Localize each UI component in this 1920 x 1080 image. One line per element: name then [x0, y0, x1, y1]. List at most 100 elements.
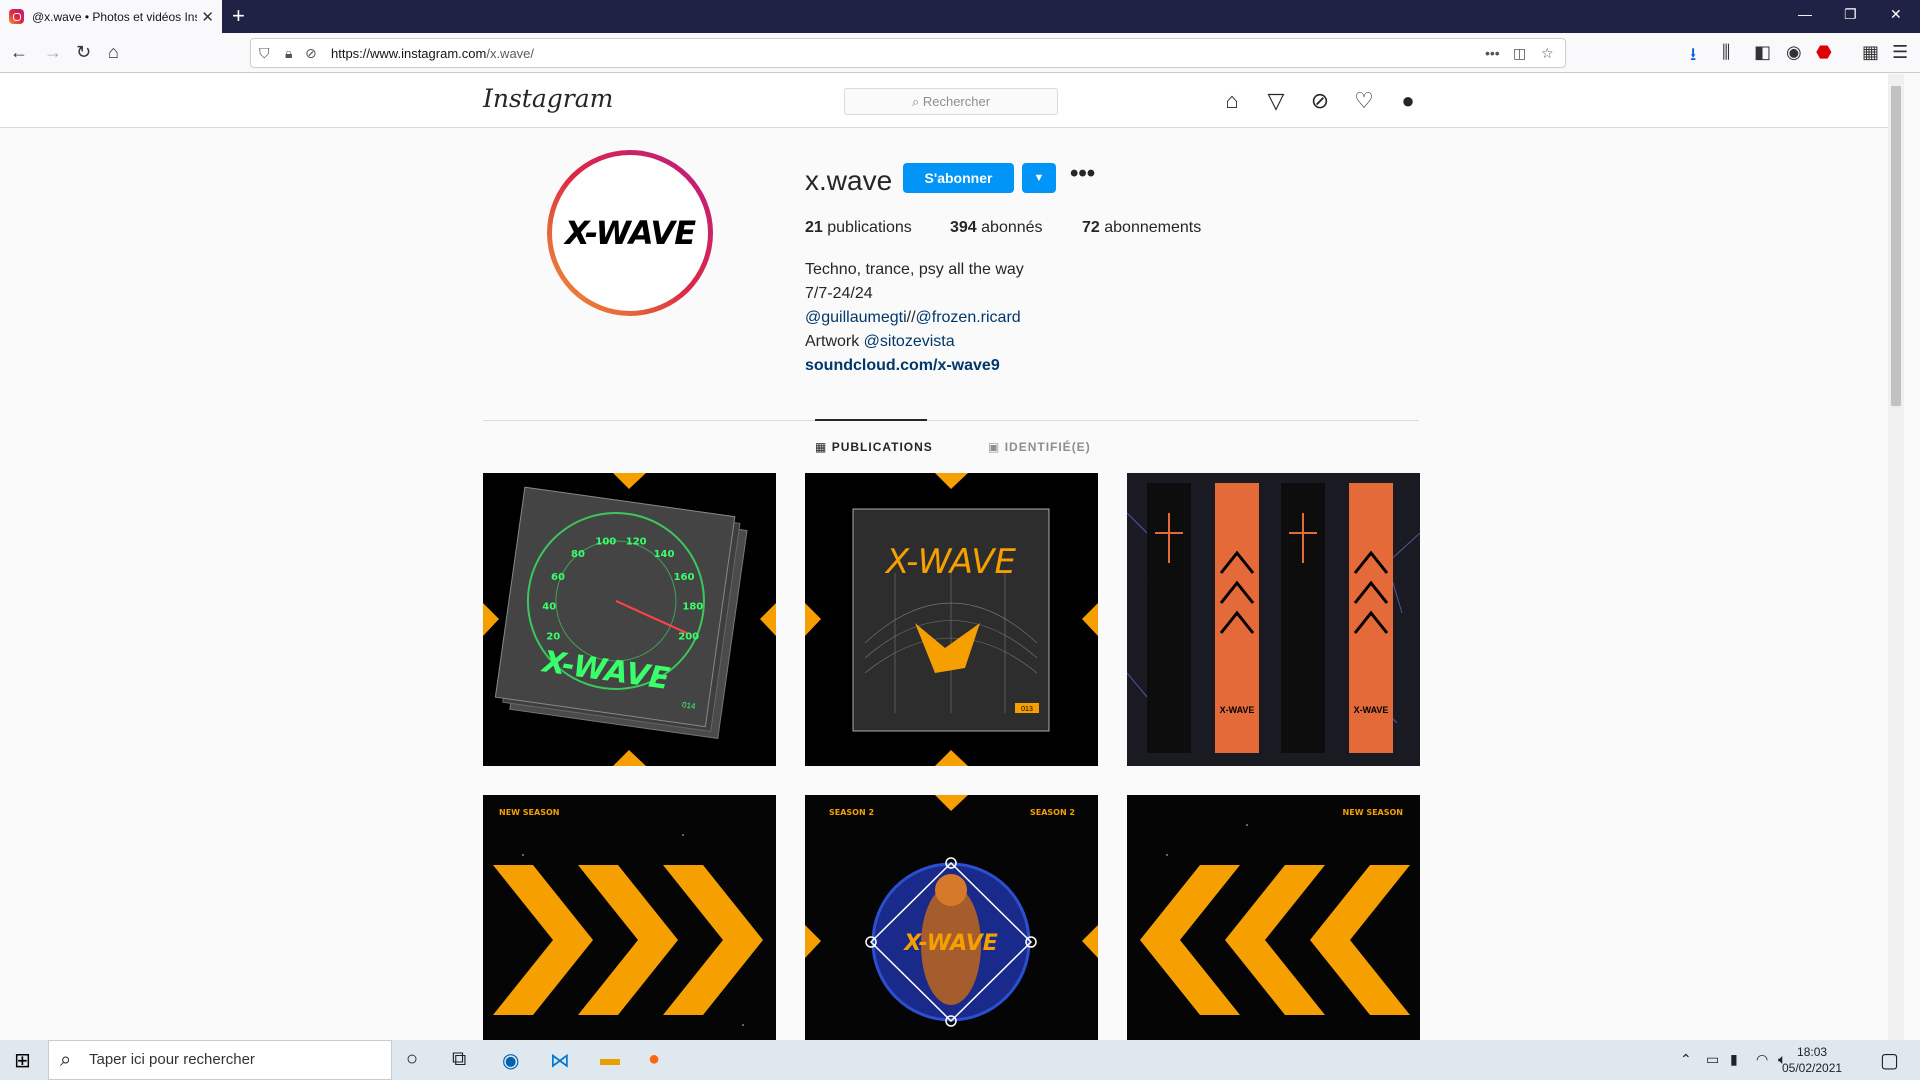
more-options-button[interactable]: ••• [1070, 160, 1095, 188]
svg-text:014: 014 [682, 700, 697, 711]
stat-followers[interactable]: 394 abonnés [950, 219, 1043, 237]
home-icon[interactable]: ⌂ [108, 42, 119, 63]
mention-frozen-ricard[interactable]: @frozen.ricard [916, 309, 1021, 326]
windows-start-icon[interactable]: ⊞ [14, 1048, 31, 1073]
activity-heart-icon[interactable]: ♡ [1351, 88, 1377, 114]
notifications-icon[interactable]: ▢ [1880, 1048, 1899, 1073]
profile-avatar-ring[interactable]: X-WAVE [547, 150, 713, 316]
suggestions-dropdown-button[interactable]: ▼ [1022, 163, 1056, 193]
reload-icon[interactable]: ↻ [76, 42, 91, 63]
post-center-text: X-WAVE [902, 931, 998, 956]
restore-icon[interactable]: ❐ [1844, 6, 1857, 23]
grid-icon: ▦ [815, 440, 828, 454]
instagram-header: Instagram ⌕ Rechercher ⌂ ▽ ⊘ ♡ ● [0, 74, 1904, 128]
battery-icon[interactable]: ▮ [1730, 1051, 1738, 1068]
post-caption: NEW SEASON [1343, 808, 1403, 817]
tagged-icon: ▣ [988, 440, 1001, 454]
mention-guillaumegti[interactable]: @guillaumegti [805, 309, 907, 326]
speed-label: 200 [678, 632, 699, 643]
search-input[interactable]: ⌕ Rechercher [844, 88, 1058, 115]
taskbar-clock[interactable]: 18:03 05/02/2021 [1782, 1044, 1842, 1076]
library-icon[interactable]: ⫼ [1722, 42, 1730, 63]
sidebar-icon[interactable]: ◧ [1754, 42, 1771, 63]
page-scrollbar[interactable] [1888, 74, 1904, 1040]
speed-label: 60 [551, 572, 565, 583]
post-season-2[interactable]: SEASON 2 SEASON 2 X-WAVE [805, 795, 1098, 1040]
adblock-icon[interactable]: ⬣ [1816, 42, 1832, 63]
task-view-icon[interactable]: ⧉ [452, 1048, 466, 1071]
close-tab-icon[interactable]: ✕ [201, 8, 214, 26]
profile-avatar-icon[interactable]: ● [1395, 88, 1421, 114]
post-caption: NEW SEASON [499, 808, 559, 817]
firefox-app-icon[interactable]: ● [648, 1048, 660, 1071]
close-window-icon[interactable]: ✕ [1890, 6, 1902, 23]
post-caption-left: SEASON 2 [829, 808, 874, 817]
mention-sitozevista[interactable]: @sitozevista [864, 333, 955, 350]
file-explorer-icon[interactable]: ▬ [600, 1048, 620, 1071]
vscode-app-icon[interactable]: ⋈ [550, 1048, 570, 1073]
post-speedometer[interactable]: X-WAVE 014 20 40 60 80 100 120 140 160 180 200 [483, 473, 776, 766]
scrollbar-thumb[interactable] [1891, 86, 1901, 406]
instagram-favicon-icon [9, 9, 24, 24]
speed-label: 180 [682, 601, 703, 612]
maps-app-icon[interactable]: ◉ [502, 1048, 519, 1073]
post-arrows-left[interactable]: NEW SEASON [1127, 795, 1420, 1040]
active-tab-indicator [815, 419, 927, 421]
profile-username: x.wave [805, 165, 893, 196]
post-scarves[interactable]: X-WAVE X-WAVE [1127, 473, 1420, 766]
website-link[interactable]: soundcloud.com/x-wave9 [805, 354, 1024, 378]
direct-messages-icon[interactable]: ▽ [1263, 88, 1289, 114]
tabs-divider [483, 420, 1419, 421]
bio-line-1: Techno, trance, psy all the way [805, 261, 1024, 278]
browser-tab-bar: @x.wave • Photos et vidéos Ins ✕ + — ❐ ✕ [0, 0, 1920, 33]
extensions-icon[interactable]: ▦ [1862, 42, 1879, 63]
browser-nav-bar: ← → ↻ ⌂ ⛉ 🔒︎ ⊘ https://www.instagram.com… [0, 33, 1920, 73]
windows-taskbar: ⊞ Taper ici pour rechercher ⌕ ○ ⧉ ◉ ⋈ ▬ … [0, 1040, 1920, 1080]
post-caption: X-WAVE [1220, 705, 1255, 715]
speed-label: 20 [546, 632, 560, 643]
account-icon[interactable]: ◉ [1786, 42, 1802, 63]
home-nav-icon[interactable]: ⌂ [1219, 88, 1245, 114]
back-icon[interactable]: ← [10, 42, 28, 63]
speed-label: 140 [654, 549, 675, 560]
instagram-page: Instagram ⌕ Rechercher ⌂ ▽ ⊘ ♡ ● X-WAVE … [0, 74, 1904, 1040]
follow-button[interactable]: S'abonner [903, 163, 1014, 193]
downloads-icon[interactable]: ⭳ [1690, 42, 1696, 72]
post-vinyl-sleeve[interactable]: X-WAVE 013 [805, 473, 1098, 766]
svg-text:013: 013 [1021, 706, 1033, 713]
post-caption-right: SEASON 2 [1030, 808, 1075, 817]
post-arrows-right[interactable]: NEW SEASON [483, 795, 776, 1040]
wifi-icon[interactable]: ◠ [1756, 1051, 1768, 1068]
lock-icon[interactable]: 🔒︎ [285, 45, 292, 62]
instagram-logo[interactable]: Instagram [483, 84, 613, 113]
url-text[interactable]: https://www.instagram.com/x.wave/ [331, 46, 534, 61]
stat-following[interactable]: 72 abonnements [1082, 219, 1201, 237]
taskbar-search-input[interactable]: Taper ici pour rechercher [48, 1040, 392, 1080]
tab-publications[interactable]: ▦ PUBLICATIONS [815, 440, 933, 454]
tray-meet-icon[interactable]: ▭ [1706, 1051, 1719, 1068]
stat-posts: 21 publications [805, 219, 912, 236]
url-bar[interactable]: ⛉ 🔒︎ ⊘ https://www.instagram.com/x.wave/… [250, 38, 1566, 68]
menu-icon[interactable]: ☰ [1892, 42, 1908, 63]
bookmark-star-icon[interactable]: ☆ [1541, 45, 1554, 62]
tray-chevron-icon[interactable]: ⌃ [1680, 1051, 1692, 1068]
tab-tagged[interactable]: ▣ IDENTIFIÉ(E) [988, 440, 1091, 454]
minimize-icon[interactable]: — [1798, 6, 1812, 22]
tab-title: @x.wave • Photos et vidéos Ins [32, 9, 197, 24]
explore-icon[interactable]: ⊘ [1307, 88, 1333, 114]
permissions-icon[interactable]: ⊘ [305, 45, 317, 62]
forward-icon[interactable]: → [44, 42, 62, 63]
browser-tab-instagram[interactable]: @x.wave • Photos et vidéos Ins ✕ [0, 0, 222, 33]
speed-label: 40 [542, 601, 556, 612]
avatar: X-WAVE [552, 155, 708, 311]
pocket-icon[interactable]: ◫ [1513, 45, 1526, 62]
profile-bio: Techno, trance, psy all the way 7/7-24/2… [805, 258, 1024, 378]
speed-label: 120 [626, 537, 647, 548]
speed-label: 100 [595, 537, 616, 548]
new-tab-icon[interactable]: + [232, 3, 245, 29]
post-caption: X-WAVE [884, 542, 1017, 582]
page-actions-icon[interactable]: ••• [1485, 45, 1500, 61]
cortana-icon[interactable]: ○ [406, 1048, 418, 1071]
search-icon: ⌕ [60, 1049, 72, 1071]
shield-icon[interactable]: ⛉ [259, 45, 270, 62]
